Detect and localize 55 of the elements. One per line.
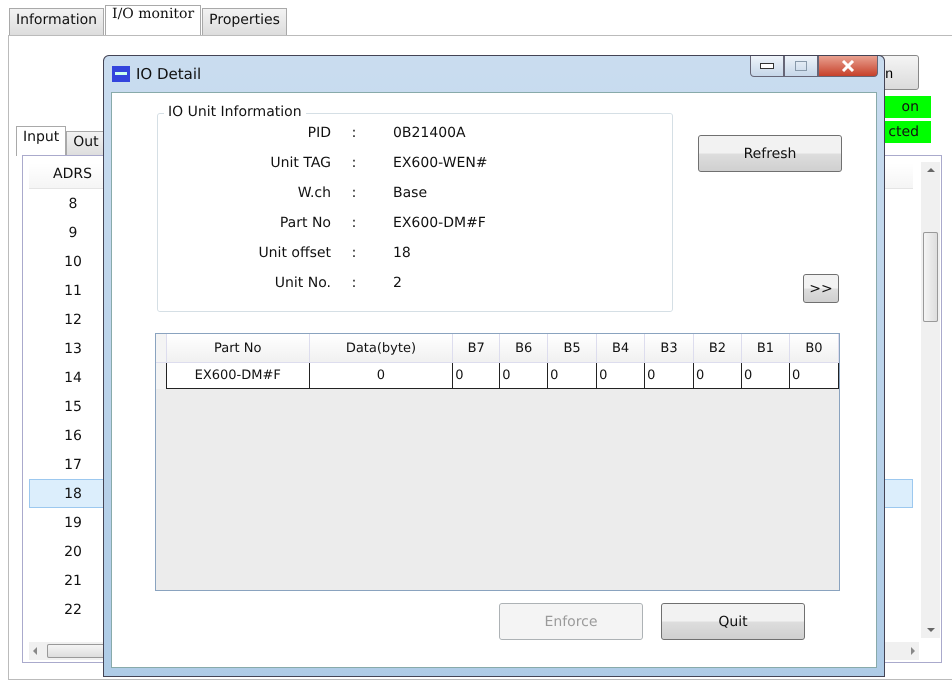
table-cell[interactable]: 0 — [644, 362, 694, 388]
column-header: Part No — [166, 334, 310, 362]
window-title: IO Detail — [136, 65, 202, 83]
field-label: PID — [306, 125, 331, 143]
tab[interactable]: I/O monitor — [105, 5, 202, 35]
separator: : — [350, 155, 358, 173]
maximize-button[interactable] — [784, 56, 818, 77]
app-icon — [112, 66, 130, 82]
table-cell: EX600-DM#F — [166, 362, 310, 388]
minimize-button[interactable] — [750, 56, 784, 77]
table-cell: 0 — [309, 362, 453, 388]
field-value: Base — [392, 185, 428, 203]
field-label: Unit TAG — [269, 155, 331, 173]
field-value: EX600-WEN# — [392, 155, 488, 173]
field-value: 0B21400A — [392, 125, 467, 143]
tab[interactable]: Input — [16, 126, 66, 156]
vertical-scrollbar[interactable] — [921, 162, 940, 638]
field-label: Unit No. — [274, 275, 331, 293]
table-cell[interactable]: 0 — [596, 362, 645, 388]
maximize-icon — [795, 61, 807, 71]
table-cell[interactable]: 0 — [548, 362, 597, 388]
separator: : — [350, 215, 358, 233]
tab[interactable]: Properties — [202, 8, 287, 35]
field-value: 2 — [392, 275, 403, 293]
separator: : — [350, 245, 358, 263]
table-cell[interactable]: 0 — [452, 362, 500, 388]
minimize-icon — [760, 63, 774, 69]
column-header: B1 — [741, 334, 790, 362]
separator: : — [350, 185, 358, 203]
refresh-button[interactable]: Refresh — [698, 135, 842, 172]
field-label: Part No — [278, 215, 331, 233]
column-header: B2 — [694, 334, 742, 362]
column-header: Data(byte) — [309, 334, 453, 362]
close-icon — [841, 60, 855, 72]
column-header: B7 — [452, 334, 500, 362]
column-header: B3 — [644, 334, 694, 362]
close-button[interactable] — [818, 56, 878, 77]
column-header: B6 — [500, 334, 548, 362]
column-header: B0 — [789, 334, 838, 362]
quit-button[interactable]: Quit — [661, 603, 805, 640]
table-cell[interactable]: 0 — [500, 362, 548, 388]
column-header: B4 — [596, 334, 645, 362]
field-label: W.ch — [296, 185, 331, 203]
table-cell[interactable]: 0 — [694, 362, 742, 388]
separator: : — [350, 125, 358, 143]
field-value: 18 — [392, 245, 412, 263]
field-label: Unit offset — [257, 245, 331, 263]
separator: : — [350, 275, 358, 293]
column-header-text: ADRS — [53, 166, 92, 182]
expand-button[interactable]: >> — [803, 274, 839, 303]
column-header: B5 — [548, 334, 597, 362]
table-cell[interactable]: 0 — [741, 362, 790, 388]
tab[interactable]: Information — [9, 8, 104, 35]
table-cell[interactable]: 0 — [789, 362, 838, 388]
field-value: EX600-DM#F — [392, 215, 487, 233]
